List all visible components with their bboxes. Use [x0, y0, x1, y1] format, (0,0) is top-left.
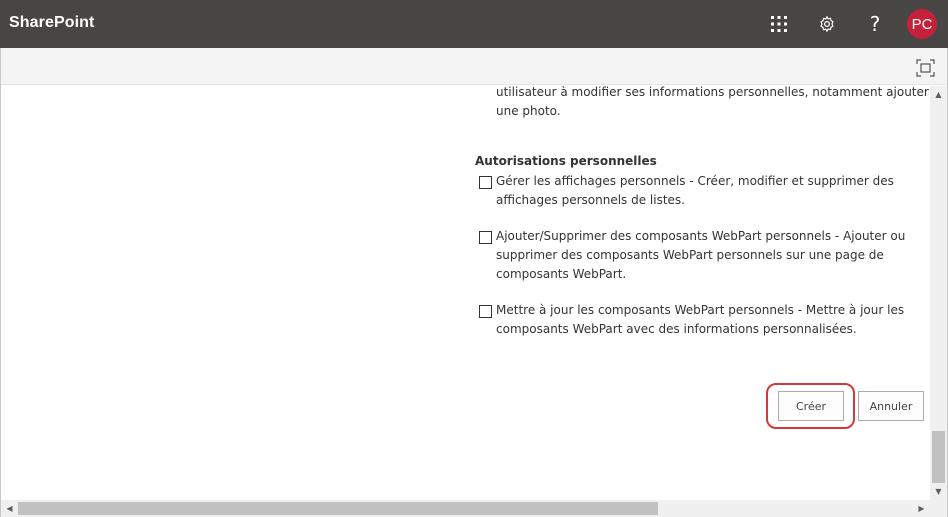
permission-label-line: Ajouter/Supprimer des composants WebPart…	[496, 229, 906, 243]
checkbox-manage-personal-views[interactable]	[479, 176, 492, 189]
horizontal-scroll-thumb[interactable]	[18, 502, 658, 515]
user-avatar[interactable]: PC	[907, 9, 937, 39]
permission-label-line: composants WebPart avec des informations…	[496, 322, 857, 336]
scroll-up-icon[interactable]: ▲	[930, 86, 947, 103]
command-bar	[1, 48, 947, 85]
create-button[interactable]: Créer	[778, 391, 844, 421]
horizontal-scrollbar[interactable]: ◀ ▶	[1, 500, 930, 517]
permission-label-line: supprimer des composants WebPart personn…	[496, 248, 884, 262]
focus-mode-icon[interactable]	[916, 59, 935, 77]
app-title[interactable]: SharePoint	[9, 14, 94, 32]
checkbox-update-personal-webparts[interactable]	[479, 305, 492, 318]
intro-text-line-1: utilisateur à modifier ses informations …	[496, 86, 929, 99]
cancel-button[interactable]: Annuler	[858, 391, 924, 421]
permission-label-line: Gérer les affichages personnels - Créer,…	[496, 174, 894, 188]
permission-label-line: Mettre à jour les composants WebPart per…	[496, 303, 905, 317]
scroll-down-icon[interactable]: ▼	[930, 483, 947, 500]
scroll-right-icon[interactable]: ▶	[913, 500, 930, 517]
checkbox-add-remove-personal-webparts[interactable]	[479, 231, 492, 244]
scrollbar-corner	[930, 500, 947, 517]
suite-bar: SharePoint ? PC	[0, 0, 948, 48]
settings-gear-icon[interactable]	[812, 9, 842, 39]
intro-text-line-2: une photo.	[496, 104, 561, 118]
vertical-scrollbar[interactable]: ▲ ▼	[930, 86, 947, 500]
app-launcher-icon[interactable]	[764, 9, 794, 39]
vertical-scroll-thumb[interactable]	[932, 431, 945, 483]
section-title-personal-permissions: Autorisations personnelles	[475, 154, 657, 168]
permission-label-line: affichages personnels de listes.	[496, 193, 685, 207]
page-content: utilisateur à modifier ses informations …	[1, 86, 930, 500]
permission-label-line: composants WebPart.	[496, 267, 627, 281]
scroll-left-icon[interactable]: ◀	[1, 500, 18, 517]
help-icon[interactable]: ?	[860, 9, 890, 39]
